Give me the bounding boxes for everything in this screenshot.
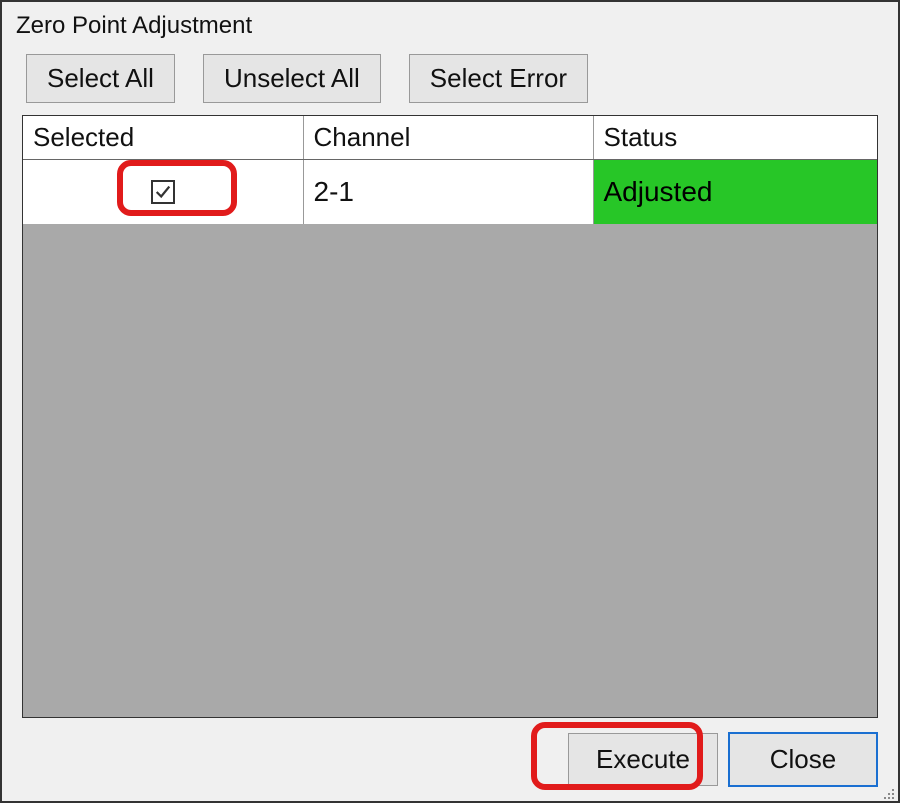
check-icon [154,183,172,201]
resize-grip-icon[interactable] [882,787,894,799]
toolbar: Select All Unselect All Select Error [2,54,898,115]
table-header-row: Selected Channel Status [23,116,877,160]
cell-selected [23,160,303,224]
window-title: Zero Point Adjustment [2,2,898,54]
header-status[interactable]: Status [593,116,877,160]
channels-table: Selected Channel Status 2-1 Adjusted [23,116,877,224]
select-all-button[interactable]: Select All [26,54,175,103]
select-error-button[interactable]: Select Error [409,54,588,103]
header-channel[interactable]: Channel [303,116,593,160]
table-row[interactable]: 2-1 Adjusted [23,160,877,224]
unselect-all-button[interactable]: Unselect All [203,54,381,103]
dialog-window: Zero Point Adjustment Select All Unselec… [0,0,900,803]
header-selected[interactable]: Selected [23,116,303,160]
cell-status: Adjusted [593,160,877,224]
row-checkbox[interactable] [151,180,175,204]
dialog-footer: Execute Close [2,732,898,801]
close-button[interactable]: Close [728,732,878,787]
cell-channel: 2-1 [303,160,593,224]
table-container: Selected Channel Status 2-1 Adjusted [22,115,878,718]
execute-button[interactable]: Execute [568,733,718,786]
